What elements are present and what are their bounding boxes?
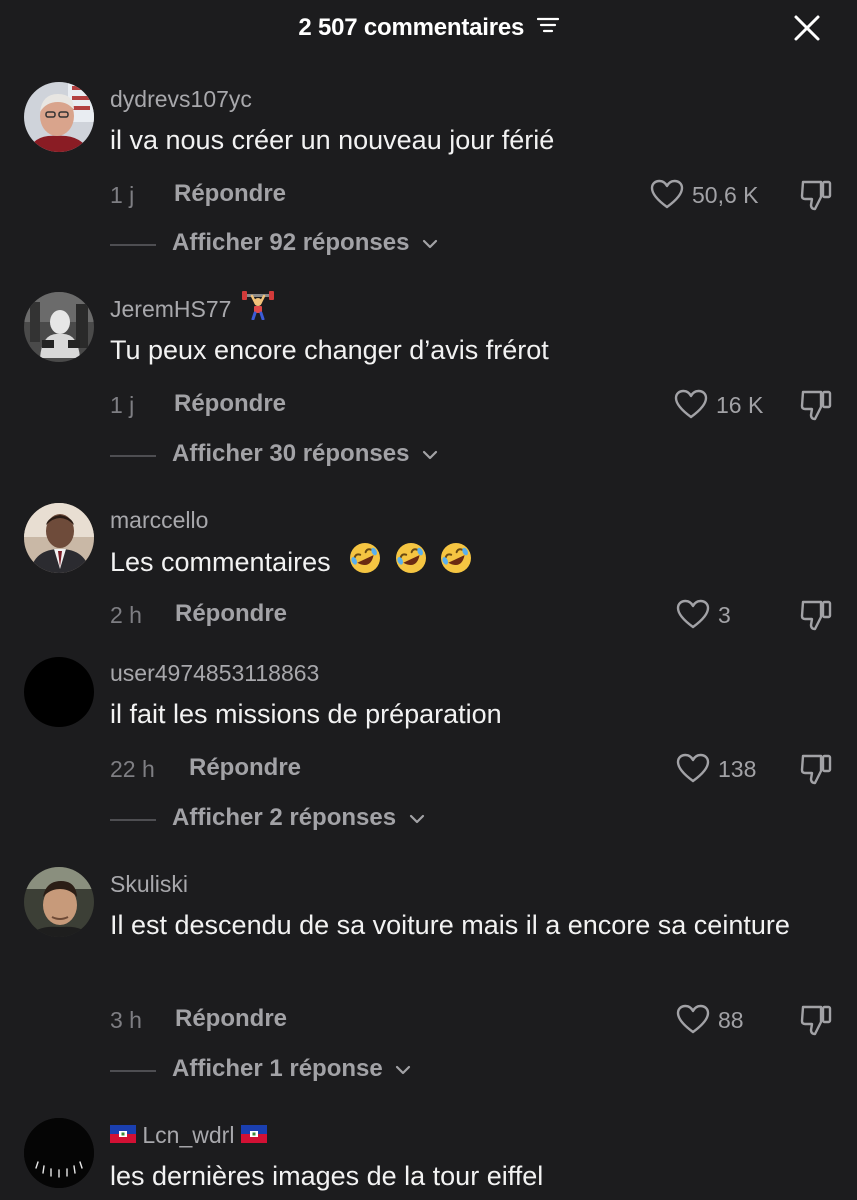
view-replies-label: Afficher 30 réponses xyxy=(172,440,438,468)
comment-text: Tu peux encore changer d’avis frérot xyxy=(110,335,549,365)
avatar[interactable] xyxy=(24,292,94,362)
view-replies-text: Afficher 92 réponses xyxy=(172,229,410,256)
thumbs-down-icon xyxy=(800,1005,832,1036)
avatar[interactable] xyxy=(24,867,94,937)
like-count: 88 xyxy=(718,1007,744,1033)
comments-header: 2 507 commentaires xyxy=(0,0,857,60)
like-count: 16 K xyxy=(716,392,764,418)
comment-username-text: Lcn_wdrl xyxy=(142,1122,235,1148)
view-replies-label: Afficher 92 réponses xyxy=(172,229,438,257)
comment-actions: 2 h Répondre 3 xyxy=(110,598,833,632)
avatar[interactable] xyxy=(24,657,94,727)
comment-time: 3 h xyxy=(110,1007,142,1033)
comment-username[interactable]: marccello xyxy=(110,507,208,534)
chevron-down-icon xyxy=(422,439,438,467)
reply-button[interactable]: Répondre xyxy=(174,180,286,208)
comment-text: il va nous créer un nouveau jour férié xyxy=(110,125,555,155)
heart-outline-icon xyxy=(650,179,684,209)
rolling-laughing-emoji xyxy=(348,541,382,587)
comment-username[interactable]: Skuliski xyxy=(110,871,188,898)
haiti-flag-icon xyxy=(240,1122,267,1149)
heart-outline-icon xyxy=(676,1004,710,1034)
like-count: 3 xyxy=(718,602,731,628)
weightlifter-emoji xyxy=(241,290,274,326)
thumbs-down-icon xyxy=(800,600,832,631)
heart-outline-icon xyxy=(674,389,708,419)
comments-count-label: 2 507 commentaires xyxy=(298,14,525,41)
comment-time: 1 j xyxy=(110,392,135,418)
avatar[interactable] xyxy=(24,503,94,573)
comment-username[interactable]: dydrevs107yc xyxy=(110,86,252,113)
comment-time: 22 h xyxy=(110,756,155,782)
view-replies-text: Afficher 30 réponses xyxy=(172,440,410,467)
sort-lines-icon[interactable] xyxy=(536,13,559,41)
rolling-laughing-emoji xyxy=(394,541,428,587)
comment-actions: 3 h Répondre 88 xyxy=(110,1003,833,1037)
close-icon xyxy=(794,15,820,41)
reply-button[interactable]: Répondre xyxy=(174,390,286,418)
dislike-button[interactable] xyxy=(799,1003,833,1037)
comment-time: 2 h xyxy=(110,602,142,628)
view-replies-text: Afficher 2 réponses xyxy=(172,804,397,831)
avatar[interactable] xyxy=(24,1118,94,1188)
dislike-button[interactable] xyxy=(799,752,833,786)
chevron-down-icon xyxy=(409,803,425,831)
reply-button[interactable]: Répondre xyxy=(189,754,301,782)
comment-actions: 1 j Répondre 50,6 K xyxy=(110,178,833,212)
view-replies-label: Afficher 2 réponses xyxy=(172,804,425,832)
comment-username-text: JeremHS77 xyxy=(110,296,232,323)
replies-divider xyxy=(110,244,156,246)
comment-text: les dernières images de la tour eiffel xyxy=(110,1161,544,1191)
dislike-button[interactable] xyxy=(799,388,833,422)
comment-username[interactable]: JeremHS77 xyxy=(110,291,274,326)
comment-time: 1 j xyxy=(110,182,135,208)
view-replies-text: Afficher 1 réponse xyxy=(172,1055,383,1082)
like-count: 138 xyxy=(718,756,757,782)
chevron-down-icon xyxy=(422,228,438,256)
thumbs-down-icon xyxy=(800,754,832,785)
comment-username[interactable]: Lcn_wdrl xyxy=(110,1122,267,1149)
rolling-laughing-emoji xyxy=(439,541,473,587)
thumbs-down-icon xyxy=(800,180,832,211)
avatar[interactable] xyxy=(24,82,94,152)
heart-outline-icon xyxy=(676,599,710,629)
comments-count-title[interactable]: 2 507 commentaires xyxy=(0,14,857,42)
close-button[interactable] xyxy=(793,14,821,42)
like-count: 50,6 K xyxy=(692,182,759,208)
chevron-down-icon xyxy=(395,1054,411,1082)
view-replies-label: Afficher 1 réponse xyxy=(172,1055,411,1083)
comment-text: Les commentaires xyxy=(110,541,810,587)
comment-actions: 22 h Répondre 138 xyxy=(110,752,833,786)
comment-text: il fait les missions de préparation xyxy=(110,699,502,729)
thumbs-down-icon xyxy=(800,390,832,421)
comment-actions: 1 j Répondre 16 K xyxy=(110,388,833,422)
dislike-button[interactable] xyxy=(799,178,833,212)
reply-button[interactable]: Répondre xyxy=(175,1005,287,1033)
replies-divider xyxy=(110,455,156,457)
replies-divider xyxy=(110,819,156,821)
dislike-button[interactable] xyxy=(799,598,833,632)
heart-outline-icon xyxy=(676,753,710,783)
haiti-flag-icon xyxy=(110,1122,136,1149)
comment-text-content: Les commentaires xyxy=(110,547,331,578)
reply-button[interactable]: Répondre xyxy=(175,600,287,628)
comment-text: Il est descendu de sa voiture mais il a … xyxy=(110,910,790,940)
comment-username[interactable]: user4974853118863 xyxy=(110,660,319,687)
replies-divider xyxy=(110,1070,156,1072)
